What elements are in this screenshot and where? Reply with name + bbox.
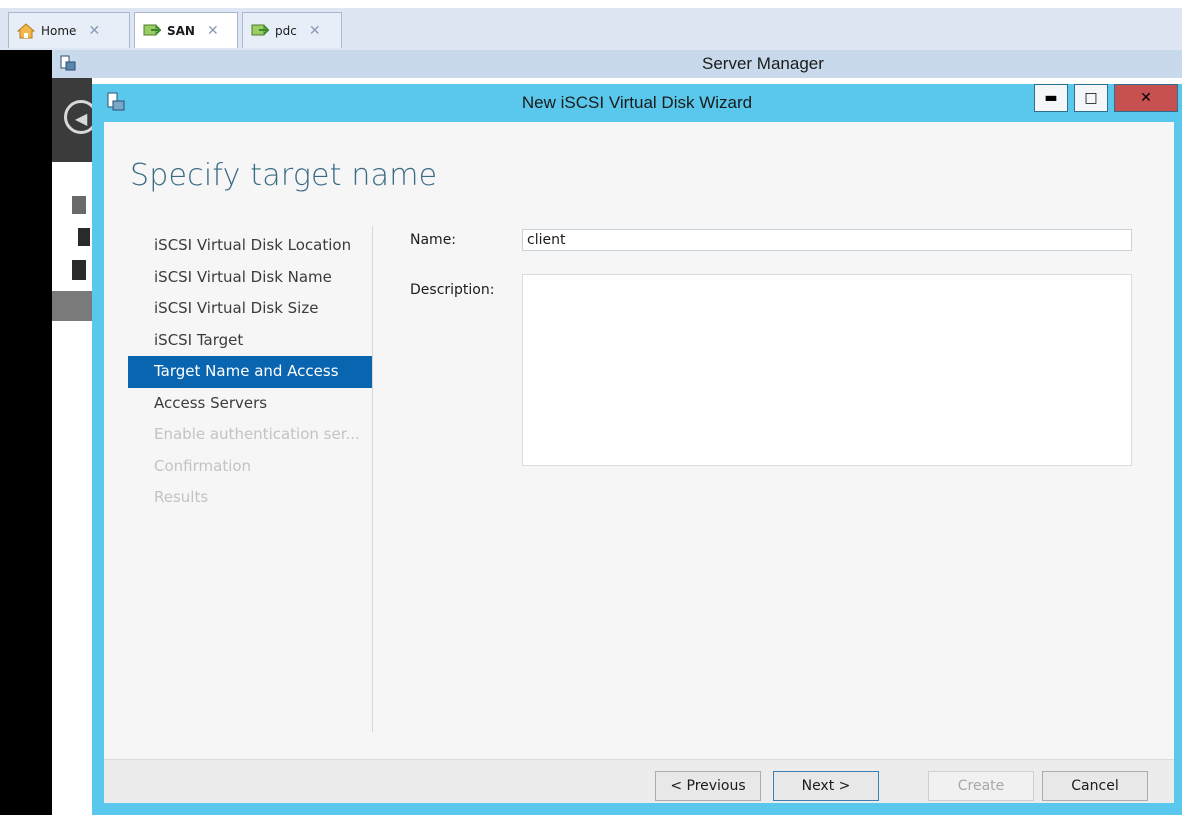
tab-pdc-close-icon[interactable]: ✕ [309, 23, 321, 39]
description-label: Description: [410, 282, 495, 298]
maximize-icon: □ [1084, 90, 1098, 106]
previous-button[interactable]: < Previous [655, 771, 761, 801]
step-access-servers[interactable]: Access Servers [128, 388, 372, 420]
file-storage-nav-item[interactable] [52, 291, 92, 321]
wizard-steps-list: iSCSI Virtual Disk Location iSCSI Virtua… [128, 230, 372, 514]
close-icon: ✕ [1140, 90, 1152, 106]
name-input[interactable] [522, 229, 1132, 251]
wizard-footer: < Previous Next > Create Cancel [104, 759, 1174, 803]
server-manager-nav [52, 78, 92, 815]
name-label: Name: [410, 232, 457, 248]
steps-divider [372, 226, 373, 732]
tab-pdc[interactable]: pdc ✕ [242, 12, 342, 48]
step-target-name-access[interactable]: Target Name and Access [128, 356, 372, 388]
step-disk-name[interactable]: iSCSI Virtual Disk Name [128, 262, 372, 294]
minimize-button[interactable]: ▬ [1034, 84, 1068, 112]
back-arrow-icon: ◀ [75, 109, 88, 128]
tab-san-label: SAN [167, 23, 195, 38]
step-disk-location[interactable]: iSCSI Virtual Disk Location [128, 230, 372, 262]
create-button: Create [928, 771, 1034, 801]
next-button[interactable]: Next > [773, 771, 879, 801]
vm-icon [143, 23, 163, 39]
server-manager-title: Server Manager [702, 54, 824, 73]
maximize-button[interactable]: □ [1074, 84, 1108, 112]
tab-home-close-icon[interactable]: ✕ [88, 23, 100, 39]
host-tab-bar: Home ✕ SAN ✕ pdc ✕ [0, 0, 1182, 50]
tab-san[interactable]: SAN ✕ [134, 12, 238, 48]
wizard-titlebar[interactable]: New iSCSI Virtual Disk Wizard ▬ □ ✕ [92, 84, 1182, 122]
local-server-nav-icon[interactable] [78, 228, 90, 246]
step-enable-authentication: Enable authentication ser... [154, 425, 360, 443]
wizard-body: Specify target name iSCSI Virtual Disk L… [104, 122, 1174, 803]
step-disk-size[interactable]: iSCSI Virtual Disk Size [128, 293, 372, 325]
minimize-icon: ▬ [1044, 90, 1058, 106]
close-button[interactable]: ✕ [1114, 84, 1178, 112]
home-icon [16, 22, 36, 39]
server-manager-titlebar: Server Manager [52, 50, 1182, 78]
page-title: Specify target name [130, 158, 438, 193]
step-iscsi-target[interactable]: iSCSI Target [128, 325, 372, 357]
step-confirmation: Confirmation [154, 456, 252, 475]
vm-icon [251, 23, 271, 39]
server-manager-icon [60, 55, 76, 71]
vm-console-frame [0, 50, 52, 815]
dashboard-nav-icon[interactable] [72, 196, 86, 214]
all-servers-nav-icon[interactable] [72, 260, 86, 280]
tab-home[interactable]: Home ✕ [8, 12, 130, 48]
tab-pdc-label: pdc [275, 23, 297, 38]
tab-san-close-icon[interactable]: ✕ [207, 23, 219, 39]
wizard-title: New iSCSI Virtual Disk Wizard [521, 93, 753, 112]
step-results: Results [154, 488, 209, 506]
cancel-button[interactable]: Cancel [1042, 771, 1148, 801]
description-textarea[interactable] [522, 274, 1132, 466]
iscsi-wizard-window: New iSCSI Virtual Disk Wizard ▬ □ ✕ Spec… [92, 84, 1182, 815]
tab-home-label: Home [41, 23, 77, 38]
